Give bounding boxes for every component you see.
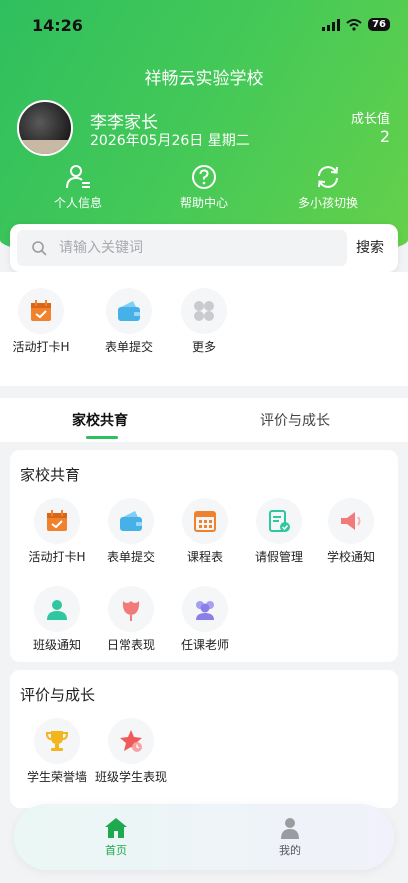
status-icons: 76: [322, 18, 390, 31]
item-label: 班级学生表现: [94, 770, 167, 784]
growth-label: 成长值: [350, 112, 390, 127]
app-more[interactable]: 更多: [167, 288, 241, 354]
quick-label: 帮助中心: [179, 196, 228, 210]
item-label: 表单提交: [106, 550, 155, 564]
refresh-icon: [318, 166, 338, 188]
search-button[interactable]: 搜索: [348, 230, 392, 266]
tab-home-school[interactable]: 家校共育: [72, 410, 128, 430]
item-label: 学生荣誉墙: [26, 770, 87, 784]
item-school-notice[interactable]: 学校通知: [314, 498, 388, 564]
calendar-grid-icon: [194, 511, 216, 532]
quick-label: 多小孩切换: [297, 196, 358, 210]
item-label: 请假管理: [254, 550, 303, 564]
user-icon: [281, 818, 299, 839]
nav-mine[interactable]: 我的: [260, 816, 320, 858]
tab-underline: [86, 436, 118, 439]
app-label: 更多: [191, 340, 216, 354]
item-label: 学校通知: [326, 550, 375, 564]
quick-switch-child[interactable]: 多小孩切换: [268, 164, 388, 211]
tab-evaluation[interactable]: 评价与成长: [260, 410, 330, 430]
search-box: [17, 230, 347, 266]
battery-icon: 76: [368, 18, 390, 31]
item-timetable[interactable]: 课程表: [168, 498, 242, 564]
growth-value: 2: [379, 127, 390, 146]
home-school-card: 家校共育 活动打卡H 表单提交 课程表 请假管理 学校通知 班级通知 日常表现 …: [10, 450, 398, 662]
search-icon: [32, 241, 47, 256]
bottom-nav: 首页 我的: [14, 804, 394, 870]
section-title: 家校共育: [20, 466, 81, 484]
item-form-submit[interactable]: 表单提交: [94, 498, 168, 564]
item-honor-wall[interactable]: 学生荣誉墙: [20, 718, 94, 784]
item-class-notice[interactable]: 班级通知: [20, 586, 94, 652]
item-label: 任课老师: [180, 638, 229, 652]
quick-label: 个人信息: [53, 196, 102, 210]
person-list-icon: [66, 165, 90, 189]
search-bar: 搜索: [10, 224, 398, 272]
megaphone-icon: [341, 512, 361, 530]
school-name: 祥畅云实验学校: [144, 69, 264, 89]
search-input[interactable]: [59, 230, 339, 266]
star-badge-icon: [120, 730, 142, 752]
nav-label: 我的: [279, 844, 301, 857]
item-label: 活动打卡H: [28, 550, 86, 564]
item-teachers[interactable]: 任课老师: [168, 586, 242, 652]
trophy-icon: [45, 731, 69, 751]
quick-help-center[interactable]: 帮助中心: [144, 164, 264, 211]
class-notice-icon: [47, 600, 67, 620]
app-label: 活动打卡H: [12, 340, 70, 354]
evaluation-card: 评价与成长 学生荣誉墙 班级学生表现: [10, 670, 398, 808]
app-activity-checkin[interactable]: 活动打卡H: [4, 288, 78, 354]
status-time: 14:26: [32, 16, 83, 35]
top-apps-panel: 活动打卡H 表单提交 更多: [0, 272, 408, 386]
section-title: 评价与成长: [20, 686, 96, 704]
app-label: 表单提交: [104, 340, 153, 354]
avatar[interactable]: [17, 100, 73, 156]
teachers-icon: [196, 601, 214, 620]
item-label: 日常表现: [106, 638, 155, 652]
item-leave-management[interactable]: 请假管理: [242, 498, 316, 564]
leave-form-icon: [269, 510, 290, 532]
signal-icon: [322, 18, 341, 31]
home-icon: [105, 818, 127, 838]
item-label: 课程表: [186, 550, 223, 564]
calendar-check-icon: [31, 300, 51, 321]
wallet-icon: [120, 511, 142, 531]
question-circle-icon: [192, 165, 216, 189]
calendar-check-icon: [47, 510, 67, 531]
item-daily-performance[interactable]: 日常表现: [94, 586, 168, 652]
status-bar: 14:26 76: [0, 0, 408, 50]
item-label: 班级通知: [32, 638, 81, 652]
tab-bar: 家校共育 评价与成长: [0, 398, 408, 442]
tulip-icon: [122, 601, 140, 621]
nav-home[interactable]: 首页: [86, 816, 146, 858]
item-class-student-performance[interactable]: 班级学生表现: [94, 718, 168, 784]
current-date: 2026年05月26日 星期二: [90, 133, 250, 149]
quick-personal-info[interactable]: 个人信息: [18, 164, 138, 211]
grid-more-icon: [194, 301, 214, 321]
item-activity-checkin[interactable]: 活动打卡H: [20, 498, 94, 564]
wifi-icon: [346, 18, 362, 31]
app-form-submit[interactable]: 表单提交: [92, 288, 166, 354]
wallet-icon: [118, 301, 140, 321]
nav-label: 首页: [105, 844, 127, 857]
